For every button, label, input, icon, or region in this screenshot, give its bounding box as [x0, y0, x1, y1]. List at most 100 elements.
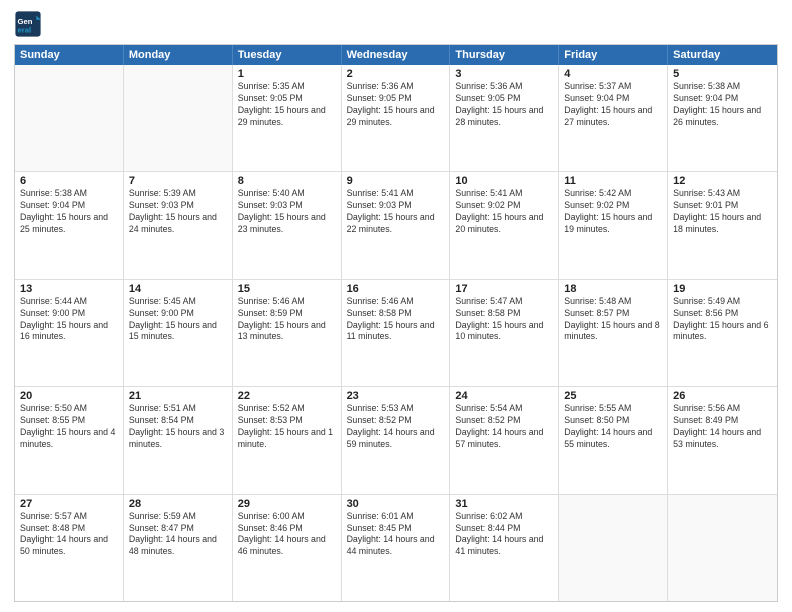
day-info: Sunrise: 5:35 AMSunset: 9:05 PMDaylight:…: [238, 81, 336, 129]
logo: Gen eral: [14, 10, 46, 38]
calendar-week-row: 27Sunrise: 5:57 AMSunset: 8:48 PMDayligh…: [15, 495, 777, 601]
calendar-cell: 17Sunrise: 5:47 AMSunset: 8:58 PMDayligh…: [450, 280, 559, 386]
calendar-week-row: 1Sunrise: 5:35 AMSunset: 9:05 PMDaylight…: [15, 65, 777, 172]
day-info: Sunrise: 5:53 AMSunset: 8:52 PMDaylight:…: [347, 403, 445, 451]
calendar-week-row: 20Sunrise: 5:50 AMSunset: 8:55 PMDayligh…: [15, 387, 777, 494]
day-number: 2: [347, 68, 445, 80]
day-number: 29: [238, 498, 336, 510]
calendar-cell: 19Sunrise: 5:49 AMSunset: 8:56 PMDayligh…: [668, 280, 777, 386]
calendar-cell: 22Sunrise: 5:52 AMSunset: 8:53 PMDayligh…: [233, 387, 342, 493]
day-number: 19: [673, 283, 772, 295]
calendar-cell: 26Sunrise: 5:56 AMSunset: 8:49 PMDayligh…: [668, 387, 777, 493]
calendar-cell: [559, 495, 668, 601]
calendar-day-header: Friday: [559, 45, 668, 65]
calendar-cell: 24Sunrise: 5:54 AMSunset: 8:52 PMDayligh…: [450, 387, 559, 493]
day-info: Sunrise: 5:46 AMSunset: 8:59 PMDaylight:…: [238, 296, 336, 344]
day-info: Sunrise: 6:01 AMSunset: 8:45 PMDaylight:…: [347, 511, 445, 559]
calendar-cell: 28Sunrise: 5:59 AMSunset: 8:47 PMDayligh…: [124, 495, 233, 601]
calendar-cell: [124, 65, 233, 171]
day-info: Sunrise: 5:41 AMSunset: 9:02 PMDaylight:…: [455, 188, 553, 236]
day-number: 17: [455, 283, 553, 295]
day-number: 14: [129, 283, 227, 295]
day-number: 5: [673, 68, 772, 80]
calendar-day-header: Sunday: [15, 45, 124, 65]
calendar-body: 1Sunrise: 5:35 AMSunset: 9:05 PMDaylight…: [15, 65, 777, 601]
day-number: 8: [238, 175, 336, 187]
day-number: 28: [129, 498, 227, 510]
calendar-cell: 15Sunrise: 5:46 AMSunset: 8:59 PMDayligh…: [233, 280, 342, 386]
calendar-cell: 10Sunrise: 5:41 AMSunset: 9:02 PMDayligh…: [450, 172, 559, 278]
day-info: Sunrise: 5:38 AMSunset: 9:04 PMDaylight:…: [20, 188, 118, 236]
day-info: Sunrise: 5:44 AMSunset: 9:00 PMDaylight:…: [20, 296, 118, 344]
day-number: 6: [20, 175, 118, 187]
day-number: 13: [20, 283, 118, 295]
calendar-cell: 25Sunrise: 5:55 AMSunset: 8:50 PMDayligh…: [559, 387, 668, 493]
calendar-day-header: Wednesday: [342, 45, 451, 65]
day-info: Sunrise: 5:40 AMSunset: 9:03 PMDaylight:…: [238, 188, 336, 236]
calendar-week-row: 13Sunrise: 5:44 AMSunset: 9:00 PMDayligh…: [15, 280, 777, 387]
day-info: Sunrise: 5:57 AMSunset: 8:48 PMDaylight:…: [20, 511, 118, 559]
page-header: Gen eral: [14, 10, 778, 38]
day-number: 31: [455, 498, 553, 510]
calendar-cell: 30Sunrise: 6:01 AMSunset: 8:45 PMDayligh…: [342, 495, 451, 601]
day-info: Sunrise: 5:42 AMSunset: 9:02 PMDaylight:…: [564, 188, 662, 236]
calendar-day-header: Monday: [124, 45, 233, 65]
calendar-header-row: SundayMondayTuesdayWednesdayThursdayFrid…: [15, 45, 777, 65]
day-info: Sunrise: 6:02 AMSunset: 8:44 PMDaylight:…: [455, 511, 553, 559]
day-number: 21: [129, 390, 227, 402]
day-info: Sunrise: 5:47 AMSunset: 8:58 PMDaylight:…: [455, 296, 553, 344]
day-number: 1: [238, 68, 336, 80]
calendar-day-header: Saturday: [668, 45, 777, 65]
calendar-day-header: Tuesday: [233, 45, 342, 65]
calendar-cell: 21Sunrise: 5:51 AMSunset: 8:54 PMDayligh…: [124, 387, 233, 493]
day-number: 24: [455, 390, 553, 402]
day-info: Sunrise: 5:46 AMSunset: 8:58 PMDaylight:…: [347, 296, 445, 344]
day-info: Sunrise: 5:43 AMSunset: 9:01 PMDaylight:…: [673, 188, 772, 236]
day-info: Sunrise: 5:37 AMSunset: 9:04 PMDaylight:…: [564, 81, 662, 129]
day-info: Sunrise: 5:41 AMSunset: 9:03 PMDaylight:…: [347, 188, 445, 236]
calendar-cell: 27Sunrise: 5:57 AMSunset: 8:48 PMDayligh…: [15, 495, 124, 601]
calendar-cell: 13Sunrise: 5:44 AMSunset: 9:00 PMDayligh…: [15, 280, 124, 386]
day-info: Sunrise: 5:48 AMSunset: 8:57 PMDaylight:…: [564, 296, 662, 344]
day-info: Sunrise: 5:50 AMSunset: 8:55 PMDaylight:…: [20, 403, 118, 451]
calendar-cell: 6Sunrise: 5:38 AMSunset: 9:04 PMDaylight…: [15, 172, 124, 278]
calendar-cell: 8Sunrise: 5:40 AMSunset: 9:03 PMDaylight…: [233, 172, 342, 278]
day-info: Sunrise: 5:51 AMSunset: 8:54 PMDaylight:…: [129, 403, 227, 451]
day-info: Sunrise: 5:36 AMSunset: 9:05 PMDaylight:…: [455, 81, 553, 129]
day-number: 16: [347, 283, 445, 295]
day-info: Sunrise: 5:59 AMSunset: 8:47 PMDaylight:…: [129, 511, 227, 559]
calendar-cell: 12Sunrise: 5:43 AMSunset: 9:01 PMDayligh…: [668, 172, 777, 278]
calendar-cell: 18Sunrise: 5:48 AMSunset: 8:57 PMDayligh…: [559, 280, 668, 386]
calendar-cell: 29Sunrise: 6:00 AMSunset: 8:46 PMDayligh…: [233, 495, 342, 601]
day-number: 9: [347, 175, 445, 187]
calendar-week-row: 6Sunrise: 5:38 AMSunset: 9:04 PMDaylight…: [15, 172, 777, 279]
svg-text:eral: eral: [18, 25, 32, 34]
day-number: 22: [238, 390, 336, 402]
day-number: 23: [347, 390, 445, 402]
calendar-cell: 14Sunrise: 5:45 AMSunset: 9:00 PMDayligh…: [124, 280, 233, 386]
calendar-day-header: Thursday: [450, 45, 559, 65]
day-number: 11: [564, 175, 662, 187]
calendar-cell: [15, 65, 124, 171]
day-info: Sunrise: 5:56 AMSunset: 8:49 PMDaylight:…: [673, 403, 772, 451]
calendar-cell: 5Sunrise: 5:38 AMSunset: 9:04 PMDaylight…: [668, 65, 777, 171]
day-number: 3: [455, 68, 553, 80]
calendar-cell: 7Sunrise: 5:39 AMSunset: 9:03 PMDaylight…: [124, 172, 233, 278]
day-info: Sunrise: 5:54 AMSunset: 8:52 PMDaylight:…: [455, 403, 553, 451]
calendar-cell: 20Sunrise: 5:50 AMSunset: 8:55 PMDayligh…: [15, 387, 124, 493]
day-info: Sunrise: 5:49 AMSunset: 8:56 PMDaylight:…: [673, 296, 772, 344]
day-number: 7: [129, 175, 227, 187]
calendar-cell: 1Sunrise: 5:35 AMSunset: 9:05 PMDaylight…: [233, 65, 342, 171]
calendar: SundayMondayTuesdayWednesdayThursdayFrid…: [14, 44, 778, 602]
day-number: 25: [564, 390, 662, 402]
day-number: 18: [564, 283, 662, 295]
day-info: Sunrise: 5:55 AMSunset: 8:50 PMDaylight:…: [564, 403, 662, 451]
calendar-cell: 23Sunrise: 5:53 AMSunset: 8:52 PMDayligh…: [342, 387, 451, 493]
calendar-cell: 31Sunrise: 6:02 AMSunset: 8:44 PMDayligh…: [450, 495, 559, 601]
logo-icon: Gen eral: [14, 10, 42, 38]
day-info: Sunrise: 5:38 AMSunset: 9:04 PMDaylight:…: [673, 81, 772, 129]
day-info: Sunrise: 5:45 AMSunset: 9:00 PMDaylight:…: [129, 296, 227, 344]
day-info: Sunrise: 5:52 AMSunset: 8:53 PMDaylight:…: [238, 403, 336, 451]
calendar-cell: 11Sunrise: 5:42 AMSunset: 9:02 PMDayligh…: [559, 172, 668, 278]
calendar-cell: 16Sunrise: 5:46 AMSunset: 8:58 PMDayligh…: [342, 280, 451, 386]
